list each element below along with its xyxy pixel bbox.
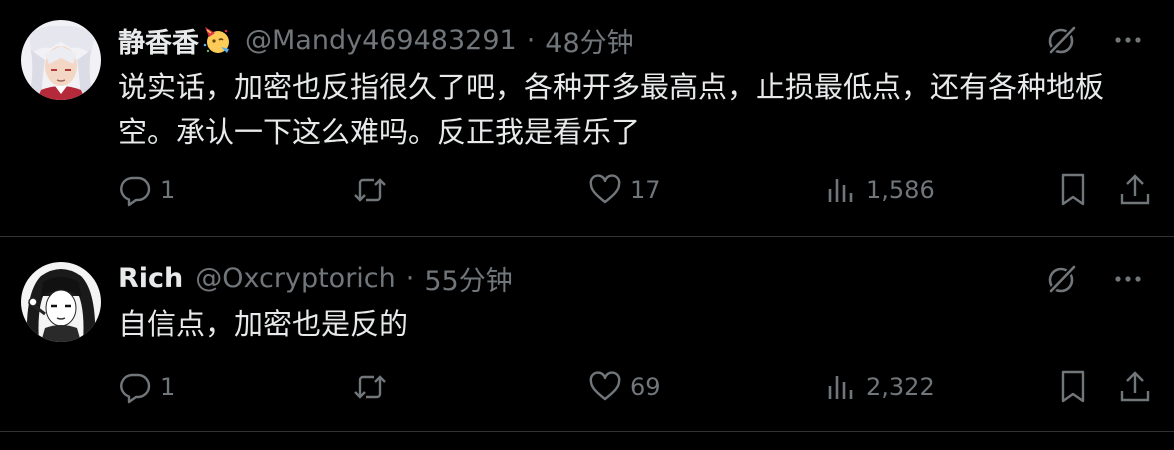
grok-icon[interactable] <box>1044 22 1080 58</box>
bookmark-icon <box>1058 172 1088 208</box>
bookmark-button[interactable] <box>1058 367 1088 407</box>
more-icon[interactable] <box>1110 261 1146 297</box>
retweet-button[interactable] <box>352 367 396 407</box>
party-face-emoji-icon <box>201 25 231 55</box>
timestamp[interactable]: 55分钟 <box>424 259 512 298</box>
reply-count: 1 <box>160 373 176 401</box>
views-icon <box>824 370 858 404</box>
separator-dot: · <box>405 262 415 294</box>
reply-count: 1 <box>160 176 176 204</box>
share-button[interactable] <box>1118 170 1152 210</box>
share-icon <box>1118 172 1152 208</box>
views-count: 2,322 <box>866 373 935 401</box>
views-button[interactable]: 2,322 <box>824 367 935 407</box>
tweet-header: 静香香 @Mandy469483291 · 48分钟 <box>118 20 634 60</box>
like-button[interactable]: 69 <box>588 367 661 407</box>
tweet-text-line: 说实话，加密也反指很久了吧，各种开多最高点，止损最低点，还有各种地板 <box>118 70 1105 104</box>
user-handle[interactable]: @Oxcryptorich <box>195 263 395 294</box>
user-handle[interactable]: @Mandy469483291 <box>245 25 517 56</box>
bookmark-icon <box>1058 369 1088 405</box>
tweet-text: 说实话，加密也反指很久了吧，各种开多最高点，止损最低点，还有各种地板 空。承认一… <box>118 65 1148 155</box>
tweet-text: 自信点，加密也是反的 <box>118 302 1148 347</box>
reply-icon <box>118 173 152 207</box>
tweet-actions: 1 69 2,322 <box>118 367 1174 407</box>
tweet-header: Rich @Oxcryptorich · 55分钟 <box>118 258 513 298</box>
views-count: 1,586 <box>866 176 935 204</box>
reply-icon <box>118 370 152 404</box>
retweet-icon <box>352 370 388 404</box>
tweet-card[interactable]: Rich @Oxcryptorich · 55分钟 自信点，加密也是反的 1 6… <box>0 237 1174 432</box>
bookmark-button[interactable] <box>1058 170 1088 210</box>
share-button[interactable] <box>1118 367 1152 407</box>
like-count: 17 <box>630 176 661 204</box>
like-icon <box>588 173 622 207</box>
grok-icon[interactable] <box>1044 261 1080 297</box>
timestamp[interactable]: 48分钟 <box>545 21 633 60</box>
tweet-card[interactable]: 静香香 @Mandy469483291 · 48分钟 说实话，加密也反指很久了吧… <box>0 0 1174 237</box>
share-icon <box>1118 369 1152 405</box>
tweet-top-actions <box>1044 22 1146 58</box>
tweet-actions: 1 17 1,586 <box>118 170 1174 210</box>
retweet-button[interactable] <box>352 170 396 210</box>
tweet-top-actions <box>1044 261 1146 297</box>
like-button[interactable]: 17 <box>588 170 661 210</box>
tweet-text-line: 自信点，加密也是反的 <box>118 307 409 341</box>
avatar[interactable] <box>21 262 101 342</box>
reply-button[interactable]: 1 <box>118 367 175 407</box>
like-count: 69 <box>630 373 661 401</box>
retweet-icon <box>352 173 388 207</box>
more-icon[interactable] <box>1110 22 1146 58</box>
views-button[interactable]: 1,586 <box>824 170 935 210</box>
like-icon <box>588 370 622 404</box>
display-name[interactable]: 静香香 <box>118 21 199 60</box>
separator-dot: · <box>526 24 536 56</box>
display-name[interactable]: Rich <box>118 263 183 294</box>
reply-button[interactable]: 1 <box>118 170 175 210</box>
views-icon <box>824 173 858 207</box>
tweet-text-line: 空。承认一下这么难吗。反正我是看乐了 <box>118 115 641 149</box>
avatar[interactable] <box>21 20 101 100</box>
